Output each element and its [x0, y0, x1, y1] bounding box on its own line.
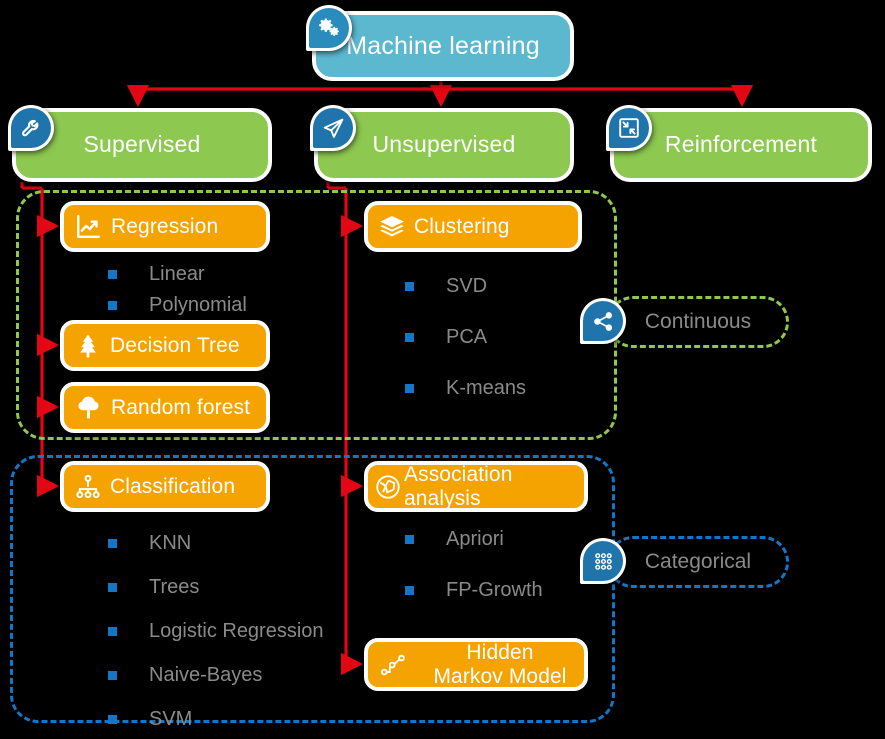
list-item: Trees [108, 576, 324, 599]
list-item-label: Logistic Regression [149, 620, 324, 642]
list-item: Apriori [405, 528, 543, 551]
list-item-label: KNN [149, 532, 192, 554]
compress-arrows-icon [606, 105, 652, 151]
list-item-label: SVD [446, 275, 488, 297]
node-label: Random forest [111, 395, 251, 419]
bullet-icon [405, 384, 414, 393]
chip-label: Categorical [644, 550, 752, 573]
chip-categorical[interactable]: Categorical [607, 536, 789, 588]
clustering-items: SVD PCA K-means [405, 275, 526, 408]
node-random-forest[interactable]: Random forest [60, 382, 270, 433]
list-item-label: K-means [446, 377, 527, 399]
node-label: Hidden Markov Model [416, 641, 584, 688]
node-label: Clustering [414, 214, 510, 238]
wrench-icon [8, 105, 54, 151]
list-item-label: Trees [149, 576, 200, 598]
network-globe-icon [374, 473, 402, 501]
node-association-analysis[interactable]: Association analysis [364, 461, 588, 512]
list-item: FP-Growth [405, 579, 543, 602]
bullet-icon [108, 583, 117, 592]
bullet-icon [108, 301, 117, 310]
node-label: Machine learning [346, 32, 540, 60]
list-item-label: Polynomial [149, 294, 247, 316]
list-item: KNN [108, 532, 324, 555]
tree-icon [74, 393, 103, 422]
share-nodes-icon [580, 298, 626, 344]
list-item-label: Apriori [446, 528, 504, 550]
node-clustering[interactable]: Clustering [364, 201, 582, 252]
bullet-icon [108, 539, 117, 548]
list-item: SVD [405, 275, 526, 298]
bullet-icon [405, 333, 414, 342]
bullet-icon [405, 586, 414, 595]
classification-items: KNN Trees Logistic Regression Naive-Baye… [108, 532, 324, 739]
list-item: SVM [108, 708, 324, 731]
sitemap-icon [74, 473, 102, 501]
list-item: PCA [405, 326, 526, 349]
chip-continuous[interactable]: Continuous [607, 296, 789, 348]
list-item: Naive-Bayes [108, 664, 324, 687]
node-label: Classification [110, 474, 236, 498]
chip-label: Continuous [644, 310, 752, 333]
list-item: Polynomial [108, 294, 247, 317]
node-path-icon [378, 650, 408, 680]
list-item: Linear [108, 263, 247, 286]
list-item-label: Naive-Bayes [149, 664, 263, 686]
pine-tree-icon [74, 332, 102, 360]
diagram-canvas: Machine learning Supervised Unsupervised [0, 0, 885, 730]
bullet-icon [405, 535, 414, 544]
node-hidden-markov-model[interactable]: Hidden Markov Model [364, 638, 588, 691]
bullet-icon [108, 715, 117, 724]
node-label: Association analysis [404, 462, 513, 510]
node-classification[interactable]: Classification [60, 461, 270, 512]
list-item-label: FP-Growth [446, 579, 543, 601]
association-items: Apriori FP-Growth [405, 528, 543, 610]
bullet-icon [108, 270, 117, 279]
node-decision-tree[interactable]: Decision Tree [60, 320, 270, 371]
node-label: Decision Tree [110, 333, 240, 357]
hmm-line1: Hidden [466, 640, 534, 664]
list-item: Logistic Regression [108, 620, 324, 643]
list-item-label: Linear [149, 263, 205, 285]
bullet-icon [108, 671, 117, 680]
dot-grid-icon [580, 538, 626, 584]
regression-items: Linear Polynomial [108, 263, 247, 325]
list-item-label: PCA [446, 326, 488, 348]
node-label: Regression [111, 214, 219, 238]
bullet-icon [405, 282, 414, 291]
hmm-line2: Markov Model [433, 664, 567, 688]
list-item: K-means [405, 377, 526, 400]
list-item-label: SVM [149, 708, 193, 730]
node-label: Reinforcement [664, 131, 818, 158]
gears-icon [306, 5, 352, 51]
bullet-icon [108, 627, 117, 636]
node-regression[interactable]: Regression [60, 201, 270, 252]
paper-plane-icon [310, 105, 356, 151]
line-chart-icon [74, 212, 103, 241]
layers-icon [378, 213, 406, 241]
